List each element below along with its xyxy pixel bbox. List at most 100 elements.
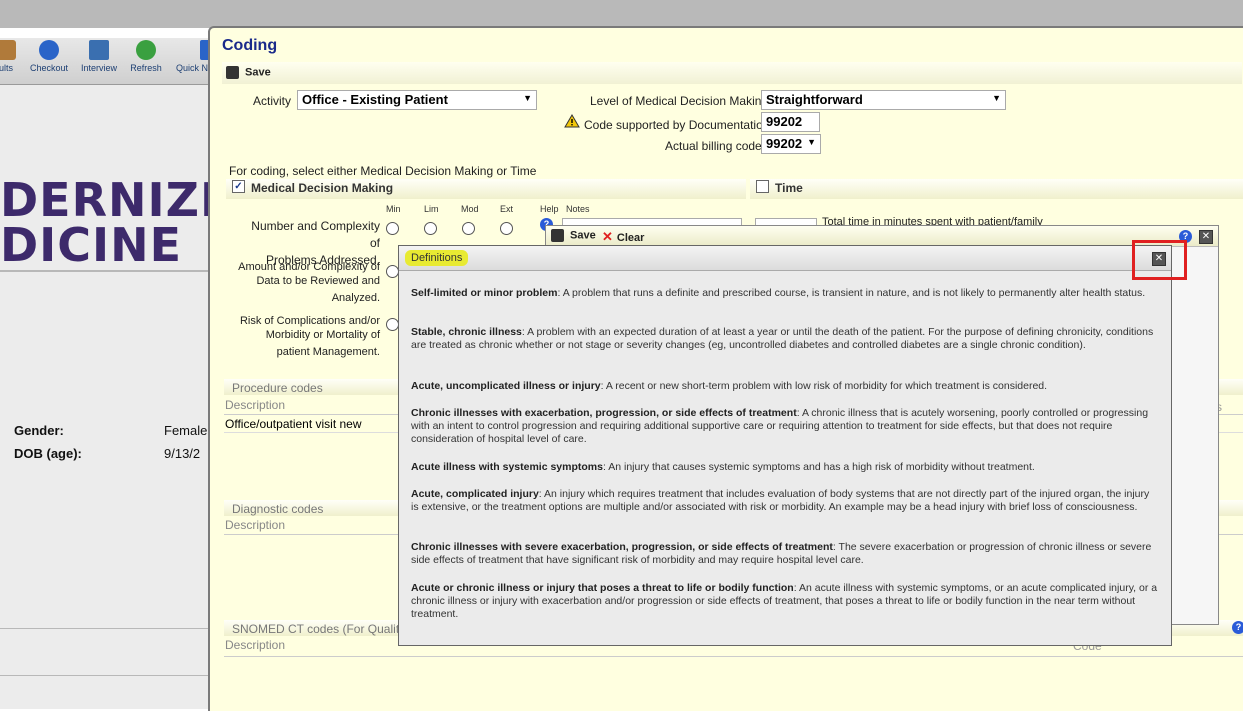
chevron-down-icon: ▼ bbox=[992, 93, 1001, 103]
gender-label: Gender: bbox=[14, 423, 64, 438]
patient-pane: DERNIZI DICINE Gender: Female DOB (age):… bbox=[0, 85, 217, 709]
row-risk-line2: Morbidity or Mortality of bbox=[265, 329, 380, 341]
mdm-level-value: Straightforward bbox=[766, 92, 863, 107]
dialog-clear-button[interactable]: ✕ Clear bbox=[602, 229, 644, 245]
code-supported-value: 99202 bbox=[766, 114, 803, 129]
activity-select[interactable]: Office - Existing Patient ▼ bbox=[297, 90, 537, 110]
activity-label: Activity bbox=[253, 94, 292, 108]
definition-item: Acute, uncomplicated illness or injury: … bbox=[411, 380, 1159, 393]
row-risk-line1: Risk of Complications and/or bbox=[239, 315, 380, 327]
dob-label: DOB (age): bbox=[14, 446, 82, 461]
definition-text: : A problem that runs a definite and pre… bbox=[557, 287, 1146, 299]
radio-problems-lim[interactable] bbox=[424, 222, 437, 235]
time-checkbox[interactable] bbox=[756, 180, 769, 194]
code-supported-label: Code supported by Documentation bbox=[584, 118, 770, 132]
dialog-save-label: Save bbox=[570, 229, 596, 242]
top-bar bbox=[0, 0, 1243, 28]
row-data-line2: Data to be Reviewed and bbox=[256, 275, 380, 287]
radio-problems-ext[interactable] bbox=[500, 222, 513, 235]
mdm-level-label: Level of Medical Decision Making bbox=[590, 94, 769, 108]
code-supported-field: 99202 bbox=[761, 112, 820, 132]
mdm-checkbox[interactable]: ✓ bbox=[232, 180, 245, 194]
divider bbox=[0, 675, 215, 676]
definition-item: Chronic illnesses with severe exacerbati… bbox=[411, 541, 1159, 567]
diagnostic-section-label: Diagnostic codes bbox=[232, 502, 324, 516]
gender-value: Female bbox=[164, 423, 208, 438]
checkout-label: Checkout bbox=[29, 63, 69, 73]
definition-item: Stable, chronic illness: A problem with … bbox=[411, 326, 1159, 352]
procedure-section-label: Procedure codes bbox=[232, 381, 323, 395]
definition-item: Self-limited or minor problem: A problem… bbox=[411, 287, 1159, 300]
procedure-row[interactable]: Office/outpatient visit new bbox=[225, 417, 362, 431]
results-label: ults bbox=[0, 63, 13, 73]
definition-text: : A recent or new short-term problem wit… bbox=[600, 380, 1048, 392]
radio-problems-min[interactable] bbox=[386, 222, 399, 235]
divider bbox=[0, 628, 215, 629]
definition-term: Self-limited or minor problem bbox=[411, 287, 558, 299]
coding-save-button[interactable]: Save bbox=[226, 66, 271, 79]
interview-icon bbox=[89, 40, 109, 60]
row-data-label: Amount and/or Complexity of Data to be R… bbox=[230, 260, 380, 305]
warning-icon bbox=[564, 114, 580, 131]
row-risk-line3: patient Management. bbox=[276, 346, 380, 358]
definition-term: Chronic illnesses with severe exacerbati… bbox=[411, 541, 833, 553]
radio-problems-mod[interactable] bbox=[462, 222, 475, 235]
close-button-highlight bbox=[1132, 240, 1187, 280]
coding-save-bar: Save bbox=[222, 62, 1242, 84]
definition-text: : A problem with an expected duration of… bbox=[411, 326, 1154, 351]
results-button[interactable]: ults bbox=[0, 40, 18, 82]
save-icon bbox=[551, 229, 564, 242]
dialog-clear-label: Clear bbox=[616, 232, 645, 244]
procedure-desc-header: Description bbox=[225, 398, 286, 412]
col-notes: Notes bbox=[566, 204, 590, 214]
col-ext: Ext bbox=[500, 204, 514, 214]
time-section-label: Time bbox=[775, 181, 803, 195]
coding-title: Coding bbox=[222, 37, 278, 54]
row-problems-line1: Number and Complexity of bbox=[251, 219, 380, 250]
help-icon[interactable]: ? bbox=[1232, 621, 1243, 634]
definition-term: Acute, uncomplicated illness or injury bbox=[411, 380, 601, 392]
billing-select[interactable]: 99202 ▼ bbox=[761, 134, 821, 154]
definition-item: Acute or chronic illness or injury that … bbox=[411, 582, 1159, 621]
definition-term: Acute, complicated injury bbox=[411, 488, 539, 500]
diagnostic-desc-header: Description bbox=[225, 518, 286, 532]
activity-value: Office - Existing Patient bbox=[302, 92, 448, 107]
col-help: Help bbox=[540, 204, 559, 214]
col-min: Min bbox=[386, 204, 401, 214]
save-label: Save bbox=[245, 66, 271, 79]
col-mod: Mod bbox=[461, 204, 479, 214]
interview-button[interactable]: Interview bbox=[76, 40, 122, 82]
definition-term: Chronic illnesses with exacerbation, pro… bbox=[411, 407, 797, 419]
definition-text: : An injury that causes systemic symptom… bbox=[602, 461, 1035, 473]
checkout-icon bbox=[39, 40, 59, 60]
logo-line2: DICINE bbox=[0, 218, 183, 272]
snomed-section-label: SNOMED CT codes (For Quality bbox=[232, 622, 406, 636]
mdm-level-select[interactable]: Straightforward ▼ bbox=[761, 90, 1006, 110]
divider bbox=[0, 270, 215, 272]
definition-item: Acute illness with systemic symptoms: An… bbox=[411, 461, 1159, 474]
chevron-down-icon: ▼ bbox=[807, 137, 816, 147]
billing-label: Actual billing code bbox=[665, 139, 762, 153]
definition-term: Acute or chronic illness or injury that … bbox=[411, 582, 794, 594]
definitions-title: Definitions bbox=[405, 250, 469, 266]
dob-value: 9/13/2 bbox=[164, 446, 201, 461]
mdm-section-label: Medical Decision Making bbox=[251, 181, 394, 195]
time-section-header: Time bbox=[750, 179, 1243, 199]
definitions-header: Definitions ✕ bbox=[399, 246, 1171, 271]
definition-item: Chronic illnesses with exacerbation, pro… bbox=[411, 407, 1159, 446]
definition-term: Acute illness with systemic symptoms bbox=[411, 461, 603, 473]
refresh-label: Refresh bbox=[130, 63, 162, 73]
checkout-button[interactable]: Checkout bbox=[26, 40, 72, 82]
results-icon bbox=[0, 40, 16, 60]
dialog-save-button[interactable]: Save bbox=[551, 229, 596, 242]
chevron-down-icon: ▼ bbox=[523, 93, 532, 103]
interview-label: Interview bbox=[80, 63, 117, 73]
definitions-dialog: Definitions ✕ Self-limited or minor prob… bbox=[398, 245, 1172, 646]
save-icon bbox=[226, 66, 239, 79]
row-risk-label: Risk of Complications and/or Morbidity o… bbox=[230, 314, 380, 359]
close-icon[interactable]: ✕ bbox=[1199, 230, 1213, 244]
refresh-button[interactable]: Refresh bbox=[126, 40, 166, 82]
coding-hint: For coding, select either Medical Decisi… bbox=[229, 164, 537, 178]
row-data-line1: Amount and/or Complexity of bbox=[238, 261, 380, 273]
definition-item: Acute, complicated injury: An injury whi… bbox=[411, 488, 1159, 514]
